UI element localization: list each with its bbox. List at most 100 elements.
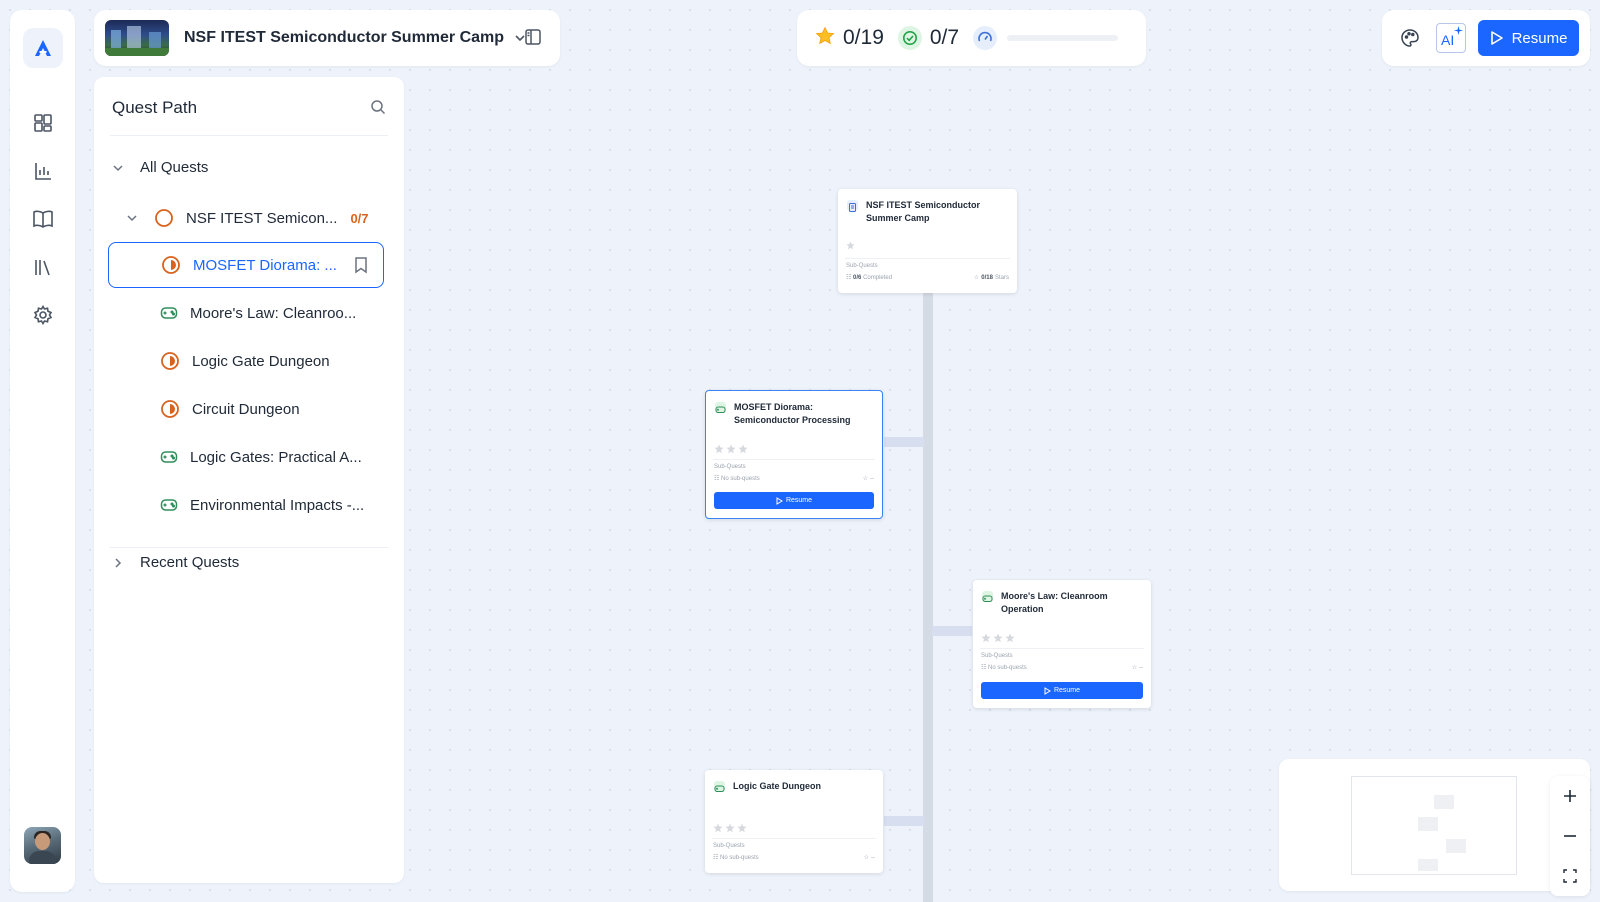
search-icon[interactable] <box>370 99 386 120</box>
ai-assistant-icon[interactable]: AI <box>1436 23 1466 53</box>
sidebar-item-label: Environmental Impacts -... <box>190 496 365 514</box>
card-resume-label: Resume <box>785 497 813 504</box>
sidebar-item-circuit-dungeon[interactable]: Circuit Dungeon <box>108 386 384 432</box>
minimap[interactable] <box>1279 759 1590 891</box>
book-icon[interactable] <box>30 206 56 232</box>
sidebar-item-mosfet[interactable]: MOSFET Diorama: ... <box>108 242 384 288</box>
dashboard-icon[interactable] <box>30 110 56 136</box>
card-title: NSF ITEST Semiconductor Summer Camp <box>866 200 981 223</box>
card-title: Moore's Law: Cleanroom Operation <box>1001 591 1108 614</box>
card-star-status: ☆ -- <box>1131 664 1143 672</box>
quest-card-mosfet[interactable]: MOSFET Diorama: Semiconductor Processing… <box>705 390 883 519</box>
quest-card-moores-law[interactable]: Moore's Law: Cleanroom Operation Sub-Que… <box>973 580 1151 708</box>
card-stars <box>981 633 1016 643</box>
all-quests-label: All Quests <box>140 159 209 176</box>
card-stars-value: -- <box>1139 664 1143 671</box>
card-subquests-label: Sub-Quests <box>714 464 746 470</box>
sidebar-item-logic-gate-dungeon[interactable]: Logic Gate Dungeon <box>108 338 384 384</box>
tree-connector <box>884 437 924 447</box>
circle-outline-icon <box>155 209 173 227</box>
stars-value: 0/18 <box>981 274 993 281</box>
course-thumbnail <box>105 20 169 56</box>
bookmark-icon[interactable] <box>353 256 369 279</box>
card-no-subquests: ☷ No sub-quests <box>981 665 1027 671</box>
library-icon[interactable] <box>30 254 56 280</box>
check-circle-icon <box>897 26 922 50</box>
minimap-node <box>1418 817 1438 831</box>
settings-gear-icon[interactable] <box>30 302 56 328</box>
sidebar-toggle-icon[interactable] <box>524 28 542 51</box>
recent-quests-label: Recent Quests <box>140 554 240 571</box>
course-title[interactable]: NSF ITEST Semiconductor Summer Camp <box>184 29 504 47</box>
card-subquests-label: Sub-Quests <box>713 843 745 849</box>
card-title: MOSFET Diorama: Semiconductor Processing <box>734 402 851 425</box>
card-title: Logic Gate Dungeon <box>733 781 822 791</box>
gamepad-icon <box>160 307 178 319</box>
recent-quests-toggle[interactable]: Recent Quests <box>112 554 239 571</box>
zoom-controls <box>1550 776 1590 896</box>
quest-card-logic-gate-dungeon[interactable]: Logic Gate Dungeon Sub-Quests ☷ No sub-q… <box>705 770 883 873</box>
tree-connector <box>932 626 972 636</box>
ai-label: AI <box>1441 32 1455 48</box>
course-tree-node[interactable]: NSF ITEST Semicon... 0/7 <box>126 208 369 228</box>
stars-count: 0/19 <box>843 26 884 49</box>
card-stars <box>714 444 749 454</box>
sidebar-item-moores-law[interactable]: Moore's Law: Cleanroo... <box>108 290 384 336</box>
no-subquests-text: No sub-quests <box>721 476 760 482</box>
card-stars-value: -- <box>870 475 874 482</box>
app-logo[interactable] <box>23 28 63 68</box>
divider <box>713 459 875 460</box>
completed-label: Completed <box>863 275 893 281</box>
zoom-in-icon[interactable] <box>1550 776 1590 816</box>
card-resume-button[interactable]: Resume <box>714 492 874 509</box>
gamepad-icon <box>982 591 993 602</box>
card-stars-total: ☆ 0/18 Stars <box>973 274 1009 282</box>
sidebar-item-label: Logic Gate Dungeon <box>192 352 330 370</box>
card-subquests-label: Sub-Quests <box>846 263 878 269</box>
chevron-down-icon <box>113 164 123 171</box>
star-icon <box>815 26 835 51</box>
divider <box>110 547 388 548</box>
no-subquests-text: No sub-quests <box>720 855 759 861</box>
half-circle-icon <box>162 256 180 274</box>
minimap-node <box>1434 795 1454 809</box>
card-resume-button[interactable]: Resume <box>981 682 1143 699</box>
gauge-icon <box>973 26 998 50</box>
fit-view-icon[interactable] <box>1550 856 1590 896</box>
card-star-status: ☆ -- <box>863 854 875 862</box>
gamepad-icon <box>715 402 726 413</box>
stars-label: Stars <box>994 274 1009 281</box>
sidebar-item-environmental-impacts[interactable]: Environmental Impacts -... <box>108 482 384 528</box>
half-circle-icon <box>161 352 179 370</box>
minimap-viewport[interactable] <box>1351 776 1517 875</box>
root-quest-card[interactable]: NSF ITEST Semiconductor Summer Camp Sub-… <box>838 189 1017 293</box>
divider <box>980 648 1144 649</box>
progress-bar <box>1007 35 1119 41</box>
card-stars <box>846 241 855 250</box>
document-icon <box>847 200 858 212</box>
resume-button[interactable]: Resume <box>1478 20 1579 56</box>
divider <box>712 838 876 839</box>
palette-icon[interactable] <box>1394 22 1426 54</box>
card-resume-label: Resume <box>1053 687 1081 694</box>
tree-connector <box>884 816 924 826</box>
user-avatar[interactable] <box>24 827 61 864</box>
card-completed: ☷ 0/6 Completed <box>846 275 893 281</box>
all-quests-toggle[interactable]: All Quests <box>112 159 208 176</box>
gamepad-icon <box>160 451 178 463</box>
resume-button-label: Resume <box>1511 29 1568 47</box>
card-stars-value: -- <box>871 854 875 861</box>
card-stars <box>713 823 748 833</box>
progress-summary: 0/19 0/7 <box>797 10 1146 66</box>
gamepad-icon <box>160 499 178 511</box>
divider <box>110 135 388 136</box>
divider <box>845 258 1010 259</box>
tree-connector <box>923 292 933 902</box>
zoom-out-icon[interactable] <box>1550 816 1590 856</box>
course-node-count: 0/7 <box>350 210 369 226</box>
analytics-icon[interactable] <box>30 158 56 184</box>
completed-value: 0/6 <box>853 275 862 281</box>
card-no-subquests: ☷ No sub-quests <box>713 855 759 861</box>
card-subquests-label: Sub-Quests <box>981 653 1013 659</box>
sidebar-item-logic-gates-practical[interactable]: Logic Gates: Practical A... <box>108 434 384 480</box>
